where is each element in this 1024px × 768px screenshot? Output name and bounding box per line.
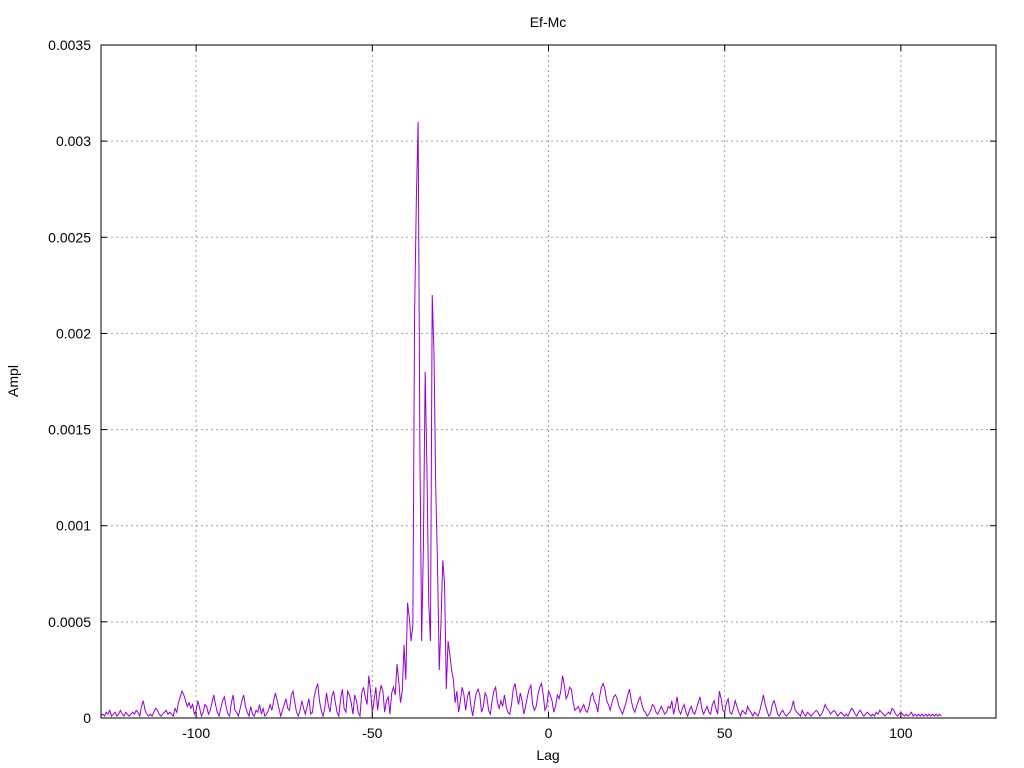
x-tick-label: 50: [717, 725, 733, 741]
x-axis-label: Lag: [536, 747, 559, 763]
chart-figure: 0 0.0005 0.001 0.0015 0.002 0.0025 0.003 0.0035…: [0, 0, 1024, 768]
series-line: [100, 121, 942, 719]
y-tick-label: 0.001: [56, 518, 91, 534]
y-tick-label: 0.0005: [48, 614, 91, 630]
y-tick-labels: 0 0.0005 0.001 0.0015 0.002 0.0025 0.003 0.0035: [48, 37, 91, 726]
y-tick-label: 0.0025: [48, 229, 91, 245]
y-tick-label: 0.003: [56, 133, 91, 149]
chart-svg: 0 0.0005 0.001 0.0015 0.002 0.0025 0.003 0.0035…: [5, 14, 997, 763]
series-layer: [100, 121, 942, 719]
y-tick-label: 0.0035: [48, 37, 91, 53]
x-tick-label: -50: [362, 725, 382, 741]
y-tick-label: 0: [83, 710, 91, 726]
grid-lines: [101, 45, 996, 718]
y-axis-label: Ampl: [5, 365, 21, 397]
y-tick-label: 0.002: [56, 325, 91, 341]
x-tick-label: 100: [889, 725, 913, 741]
y-tick-label: 0.0015: [48, 422, 91, 438]
x-tick-label: 0: [545, 725, 553, 741]
x-tick-label: -100: [182, 725, 210, 741]
chart-title: Ef-Mc: [530, 14, 567, 30]
x-tick-labels: -100 -50 0 50 100: [182, 725, 913, 741]
